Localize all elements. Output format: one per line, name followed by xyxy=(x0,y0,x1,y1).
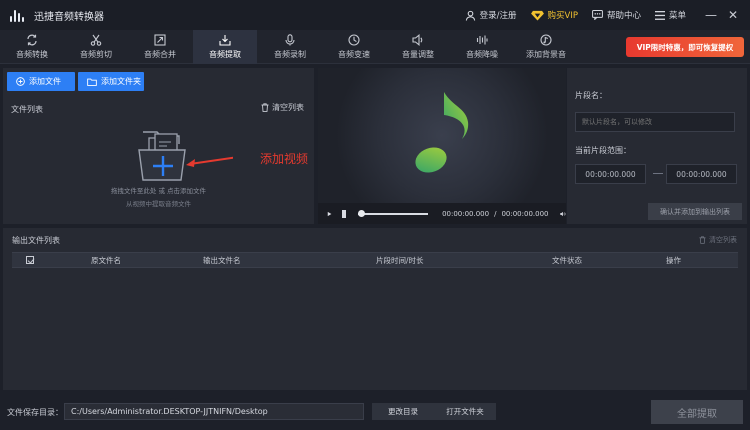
function-tab-bar: 音频转换 音频剪切 音频合并 音频提取 音频录制 音频变速 音量调整 音频降噪 … xyxy=(0,30,750,64)
column-output-file: 输出文件名 xyxy=(203,256,241,265)
login-button[interactable]: 登录/注册 xyxy=(465,9,517,21)
add-folder-button[interactable]: 添加文件夹 xyxy=(78,72,144,91)
tab-audio-extract[interactable]: 音频提取 xyxy=(193,30,257,64)
microphone-icon xyxy=(285,34,295,46)
folder-add-icon xyxy=(138,131,186,181)
tab-audio-merge[interactable]: 音频合并 xyxy=(128,30,192,64)
time-separator: / xyxy=(494,209,497,218)
column-source-file: 原文件名 xyxy=(91,256,121,265)
segment-name-input[interactable] xyxy=(575,112,735,132)
app-title: 迅捷音频转换器 xyxy=(34,11,104,23)
login-label: 登录/注册 xyxy=(479,11,517,21)
bottom-bar: 文件保存目录： C:/Users/Administrator.DESKTOP-J… xyxy=(0,394,750,430)
buy-vip-button[interactable]: 购买VIP xyxy=(530,9,578,21)
total-time: 00:00:00.000 xyxy=(501,209,549,218)
vip-diamond-icon xyxy=(530,10,544,21)
hamburger-menu-icon xyxy=(654,10,665,20)
range-end-time-input[interactable]: 00:00:00.000 xyxy=(666,164,737,184)
denoise-icon xyxy=(476,35,488,45)
range-start-time-input[interactable]: 00:00:00.000 xyxy=(575,164,646,184)
volume-icon xyxy=(412,34,423,46)
add-file-button[interactable]: 添加文件 xyxy=(7,72,75,91)
extract-all-button[interactable]: 全部提取 xyxy=(651,400,743,424)
clear-list-label: 清空列表 xyxy=(272,103,304,112)
add-folder-label: 添加文件夹 xyxy=(101,77,141,86)
drop-hint: 拖拽文件至此处 或 点击添加文件 xyxy=(110,187,207,195)
clear-output-label: 清空列表 xyxy=(709,236,737,244)
file-input-panel: 添加文件 添加文件夹 文件列表 清空列表 添加视频 拖拽文件至此处 或 点击添加… xyxy=(3,68,314,224)
tab-label: 音频录制 xyxy=(274,50,306,59)
vip-promo-banner[interactable]: VIP限时特惠，即可恢复提权 xyxy=(626,37,744,57)
volume-icon[interactable] xyxy=(560,209,566,219)
trash-icon xyxy=(261,103,269,112)
help-chat-icon xyxy=(592,10,603,20)
column-actions: 操作 xyxy=(666,256,681,265)
speed-icon xyxy=(348,34,360,46)
folder-icon xyxy=(87,78,97,86)
tab-label: 音频变速 xyxy=(338,50,370,59)
tab-label: 音频转换 xyxy=(16,50,48,59)
app-logo-icon xyxy=(10,8,26,22)
add-video-annotation: 添加视频 xyxy=(260,152,309,166)
tab-volume-adjust[interactable]: 音量调整 xyxy=(386,30,450,64)
scissors-icon xyxy=(90,34,102,46)
merge-icon xyxy=(154,34,166,46)
open-folder-button[interactable]: 打开文件夹 xyxy=(434,403,496,420)
add-file-label: 添加文件 xyxy=(29,77,61,86)
tab-audio-denoise[interactable]: 音频降噪 xyxy=(450,30,514,64)
change-directory-button[interactable]: 更改目录 xyxy=(372,403,434,420)
select-all-checkbox[interactable] xyxy=(26,256,34,264)
progress-knob[interactable] xyxy=(358,210,365,217)
column-file-status: 文件状态 xyxy=(552,256,582,265)
tab-audio-speed[interactable]: 音频变速 xyxy=(322,30,386,64)
range-separator xyxy=(653,173,663,174)
segment-range-label: 当前片段范围： xyxy=(575,146,631,155)
tab-audio-convert[interactable]: 音频转换 xyxy=(0,30,64,64)
tab-label: 音频剪切 xyxy=(80,50,112,59)
clear-output-list-button[interactable]: 清空列表 xyxy=(699,235,737,245)
column-segment-time: 片段时间/时长 xyxy=(376,256,424,265)
output-file-panel: 输出文件列表 清空列表 原文件名 输出文件名 片段时间/时长 文件状态 操作 xyxy=(3,228,747,390)
tab-label: 音量调整 xyxy=(402,50,434,59)
player-controls: 00:00:00.000 / 00:00:00.000 xyxy=(318,203,566,224)
confirm-add-to-output-button[interactable]: 确认并添加到输出列表 xyxy=(648,203,742,220)
save-path-field[interactable]: C:/Users/Administrator.DESKTOP-JJTNIFN/D… xyxy=(64,403,364,420)
tab-add-background-music[interactable]: 添加背景音 xyxy=(514,30,578,64)
menu-label: 菜单 xyxy=(668,11,686,21)
clear-file-list-button[interactable]: 清空列表 xyxy=(261,102,304,113)
background-music-icon xyxy=(540,34,552,46)
segment-name-label: 片段名： xyxy=(575,91,607,100)
video-preview xyxy=(318,68,566,203)
extract-icon xyxy=(219,35,231,46)
tab-label: 添加背景音 xyxy=(526,50,566,59)
drop-hint-secondary: 从视频中提取音频文件 xyxy=(126,200,191,208)
convert-icon xyxy=(27,34,37,46)
help-center-label: 帮助中心 xyxy=(606,11,641,21)
buy-vip-label: 购买VIP xyxy=(547,11,578,21)
minimize-button[interactable]: — xyxy=(700,0,722,30)
play-icon[interactable] xyxy=(327,209,332,219)
annotation-arrow xyxy=(186,156,233,167)
user-icon xyxy=(465,10,475,21)
music-note-icon xyxy=(415,88,469,173)
tab-audio-cut[interactable]: 音频剪切 xyxy=(64,30,128,64)
tab-label: 音频提取 xyxy=(209,50,241,59)
title-bar: 迅捷音频转换器 登录/注册 购买VIP 帮助中心 菜单 — ✕ xyxy=(0,0,750,30)
current-time: 00:00:00.000 xyxy=(442,209,490,218)
save-directory-label: 文件保存目录： xyxy=(7,408,63,417)
tab-label: 音频降噪 xyxy=(466,50,498,59)
output-list-title: 输出文件列表 xyxy=(12,236,60,245)
tab-audio-record[interactable]: 音频录制 xyxy=(258,30,322,64)
trash-icon xyxy=(699,236,706,244)
add-circle-icon xyxy=(16,77,25,86)
stop-icon[interactable] xyxy=(342,209,346,218)
close-button[interactable]: ✕ xyxy=(722,0,744,30)
menu-button[interactable]: 菜单 xyxy=(654,9,686,21)
playback-progress-slider[interactable] xyxy=(358,210,429,217)
file-list-label: 文件列表 xyxy=(11,105,43,114)
output-table-header: 原文件名 输出文件名 片段时间/时长 文件状态 操作 xyxy=(12,252,738,268)
help-center-button[interactable]: 帮助中心 xyxy=(592,9,641,21)
tab-label: 音频合并 xyxy=(144,50,176,59)
segment-settings-panel: 片段名： 当前片段范围： 00:00:00.000 00:00:00.000 确… xyxy=(567,68,747,224)
